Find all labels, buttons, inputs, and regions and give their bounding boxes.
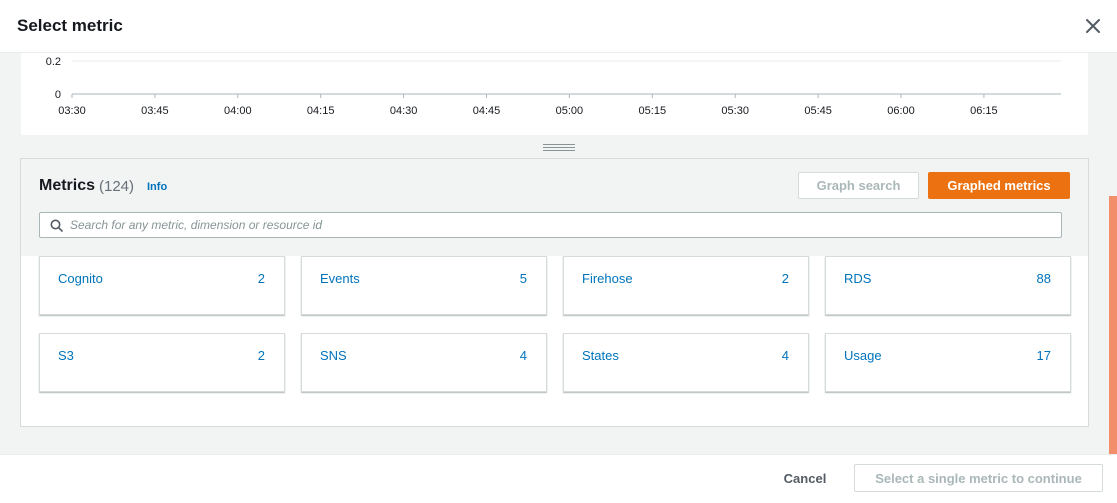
x-tick-label: 05:00: [556, 105, 584, 117]
info-link[interactable]: Info: [147, 181, 167, 193]
scrollbar-thumb[interactable]: [1109, 196, 1117, 454]
x-tick-label: 05:45: [804, 105, 832, 117]
namespace-tile-firehose[interactable]: Firehose 2: [563, 256, 809, 315]
namespace-tile-states[interactable]: States 4: [563, 333, 809, 392]
x-tick-label: 05:15: [639, 105, 667, 117]
namespace-name: Usage: [844, 348, 882, 363]
namespace-name: Events: [320, 271, 360, 286]
namespace-count: 4: [519, 348, 527, 363]
x-tick-label: 03:30: [58, 105, 86, 117]
namespace-count: 88: [1036, 271, 1051, 286]
namespace-tile-rds[interactable]: RDS 88: [825, 256, 1071, 315]
namespace-tile-s3[interactable]: S3 2: [39, 333, 285, 392]
namespace-name: S3: [58, 348, 74, 363]
cancel-button[interactable]: Cancel: [770, 464, 840, 492]
namespace-tile-sns[interactable]: SNS 4: [301, 333, 547, 392]
namespace-name: RDS: [844, 271, 872, 286]
x-tick-label: 04:15: [307, 105, 335, 117]
namespace-count: 4: [781, 348, 789, 363]
search-box: [39, 212, 1062, 238]
search-input[interactable]: [70, 215, 1050, 235]
graph-panel: 0.2 0 03:30 03:45 04:00 04:15 04:30 04:45 05:0…: [21, 53, 1088, 135]
metrics-header: Metrics (124) Info Graph search Graphed …: [21, 159, 1088, 256]
graphed-metrics-button[interactable]: Graphed metrics: [928, 172, 1070, 199]
namespace-tile-events[interactable]: Events 5: [301, 256, 547, 315]
namespace-tile-usage[interactable]: Usage 17: [825, 333, 1071, 392]
modal-footer: Cancel Select a single metric to continu…: [0, 454, 1117, 503]
namespace-name: States: [582, 348, 619, 363]
x-tick-label: 04:45: [473, 105, 501, 117]
x-tick-label: 04:30: [390, 105, 418, 117]
namespace-name: SNS: [320, 348, 347, 363]
y-tick-label: 0: [55, 89, 61, 101]
resize-handle[interactable]: [543, 142, 575, 152]
namespace-name: Cognito: [58, 271, 103, 286]
y-tick-label: 0.2: [46, 56, 61, 68]
namespace-name: Firehose: [582, 271, 633, 286]
search-icon: [50, 219, 63, 232]
x-tick-label: 06:00: [887, 105, 915, 117]
namespace-count: 2: [257, 271, 265, 286]
namespace-count: 2: [781, 271, 789, 286]
x-tick-label: 05:30: [721, 105, 749, 117]
namespace-tile-cognito[interactable]: Cognito 2: [39, 256, 285, 315]
namespace-count: 2: [257, 348, 265, 363]
metrics-count: (124): [99, 178, 135, 195]
modal-header: Select metric: [0, 0, 1117, 53]
x-tick-label: 03:45: [141, 105, 169, 117]
continue-button[interactable]: Select a single metric to continue: [854, 464, 1103, 492]
x-tick-label: 06:15: [970, 105, 998, 117]
metrics-panel: Metrics (124) Info Graph search Graphed …: [20, 158, 1089, 427]
x-tick-label: 04:00: [224, 105, 252, 117]
namespace-count: 17: [1036, 348, 1051, 363]
graph-search-button[interactable]: Graph search: [798, 172, 919, 199]
close-icon[interactable]: [1083, 16, 1103, 36]
graph-chart: 0.2 0 03:30 03:45 04:00 04:15 04:30 04:45 05:0…: [46, 56, 1061, 117]
namespace-count: 5: [519, 271, 527, 286]
modal-title: Select metric: [17, 16, 123, 35]
metrics-heading: Metrics: [39, 177, 96, 194]
